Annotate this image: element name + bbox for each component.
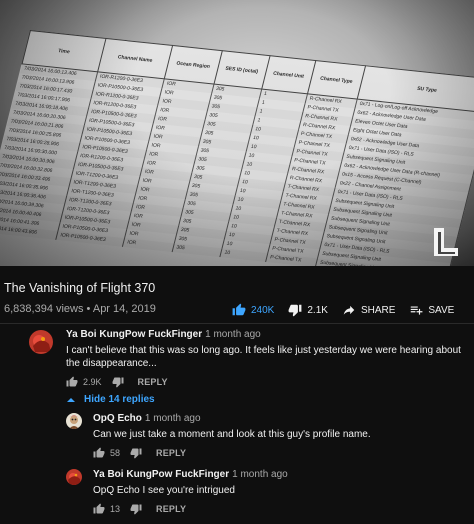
thumbs-up-icon[interactable]	[93, 447, 105, 459]
save-label: SAVE	[428, 304, 455, 316]
like-button[interactable]: 240K	[232, 303, 274, 317]
avatar[interactable]	[66, 469, 82, 485]
thumbs-down-icon[interactable]	[130, 447, 142, 459]
thumbs-down-icon[interactable]	[112, 376, 124, 388]
channel-logo-icon[interactable]	[430, 226, 462, 258]
chevron-up-icon	[67, 397, 75, 402]
share-button[interactable]: SHARE	[342, 303, 395, 317]
reply-button[interactable]: REPLY	[138, 377, 168, 387]
reply-author-name[interactable]: OpQ Echo	[93, 413, 142, 424]
comment-time[interactable]: 1 month ago	[205, 329, 261, 340]
comment-like-count: 2.9K	[83, 377, 102, 387]
document-image: Time Channel Name Ocean Region SES ID (octa…	[0, 30, 474, 266]
reply-author-name[interactable]: Ya Boi KungPow FuckFinger	[93, 469, 229, 480]
thumbs-down-icon	[288, 304, 302, 317]
reply-button[interactable]: REPLY	[156, 448, 186, 458]
hide-replies-label: Hide 14 replies	[84, 394, 155, 405]
reply-author[interactable]: OpQ Echo 1 month ago	[93, 413, 201, 424]
reply-time[interactable]: 1 month ago	[232, 469, 288, 480]
share-label: SHARE	[360, 304, 396, 316]
dislike-count: 2.1K	[307, 304, 328, 316]
comment-text: I can't believe that this was so long ag…	[66, 345, 461, 369]
section-divider	[0, 323, 474, 324]
like-count: 240K	[251, 304, 275, 316]
comment-author-name[interactable]: Ya Boi KungPow FuckFinger	[66, 329, 202, 340]
reply-like-count: 13	[110, 504, 121, 514]
thumbs-down-icon[interactable]	[130, 503, 142, 515]
playlist-add-icon	[411, 306, 423, 315]
reply-author[interactable]: Ya Boi KungPow FuckFinger 1 month ago	[93, 469, 288, 480]
thumbs-up-icon	[232, 303, 246, 316]
hide-replies-toggle[interactable]: Hide 14 replies	[66, 394, 155, 405]
log-table-column-header: Channel Type	[307, 60, 366, 100]
log-table-column-header: Ocean Region	[164, 45, 222, 84]
thumbs-up-icon[interactable]	[66, 376, 78, 388]
reply-time[interactable]: 1 month ago	[145, 413, 201, 424]
save-button[interactable]: SAVE	[409, 303, 454, 317]
video-title: The Vanishing of Flight 370	[4, 281, 156, 295]
reply-text: Can we just take a moment and look at th…	[93, 429, 371, 440]
share-icon	[343, 305, 355, 315]
video-meta: 6,838,394 views • Apr 14, 2019	[4, 303, 156, 315]
reply-like-count: 58	[110, 448, 121, 458]
avatar[interactable]	[29, 330, 53, 354]
dislike-button[interactable]: 2.1K	[288, 303, 328, 317]
log-table-column-header: SES ID (octal)	[213, 50, 270, 90]
comment-author[interactable]: Ya Boi KungPow FuckFinger 1 month ago	[66, 329, 261, 340]
log-table: Time Channel Name Ocean Region SES ID (octa…	[0, 30, 474, 266]
reply-text: OpQ Echo I see you're intrigued	[93, 485, 235, 496]
thumbs-up-icon[interactable]	[93, 503, 105, 515]
reply-toolbar: 13 REPLY	[93, 503, 186, 515]
reply-button[interactable]: REPLY	[156, 504, 186, 514]
video-actions: 240K 2.1K SHARE SAVE	[232, 300, 474, 320]
video-player[interactable]: Time Channel Name Ocean Region SES ID (octa…	[0, 0, 474, 266]
comment-toolbar: 2.9K REPLY	[66, 376, 168, 388]
reply-toolbar: 58 REPLY	[93, 447, 186, 459]
avatar[interactable]	[66, 413, 82, 429]
